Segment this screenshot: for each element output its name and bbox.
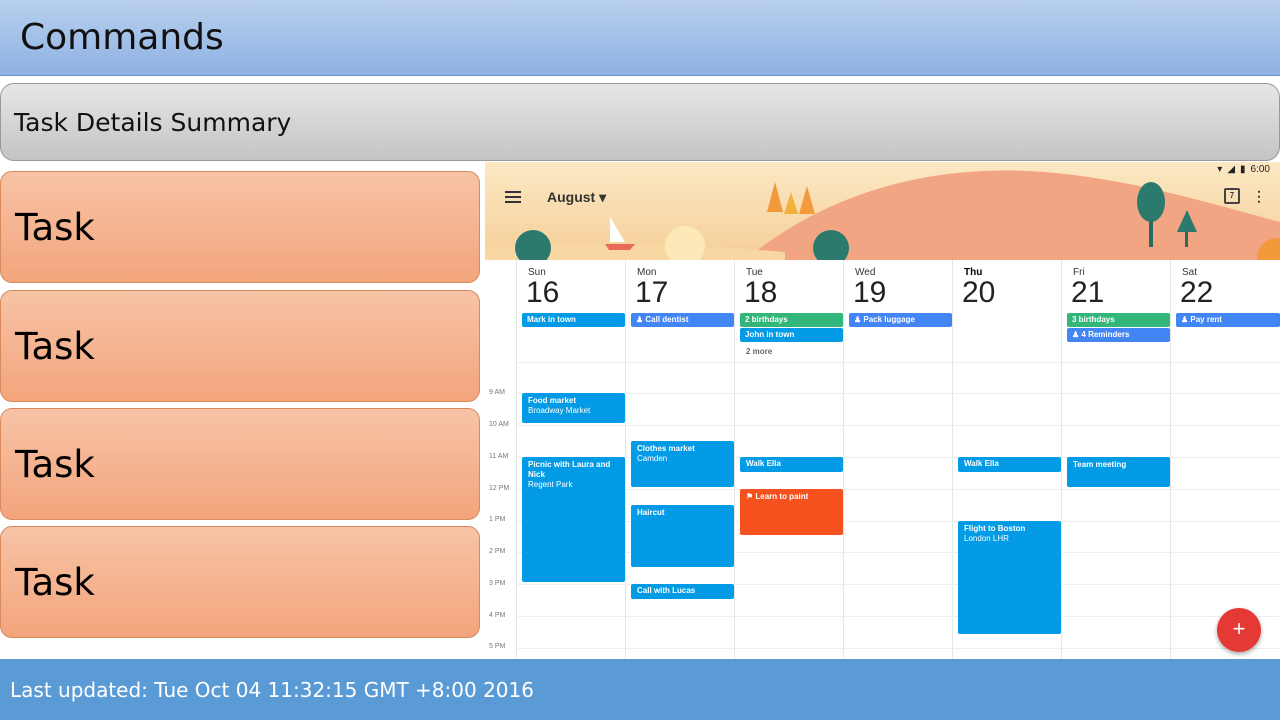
event-title: Walk Ella — [964, 459, 999, 468]
day-number: 20 — [962, 276, 996, 309]
all-day-event-chip[interactable]: 3 birthdays — [1067, 313, 1170, 327]
task-label: Task — [15, 324, 95, 368]
event-location: London LHR — [964, 534, 1009, 543]
event-title: Haircut — [637, 508, 665, 517]
last-updated-text: Last updated: Tue Oct 04 11:32:15 GMT +8… — [10, 677, 534, 702]
all-day-event-chip[interactable]: Mark in town — [522, 313, 625, 327]
signal-icon: ◢ — [1227, 164, 1236, 175]
grid-line — [516, 393, 1280, 394]
calendar-view: ▾ ◢ ▮ 6:00 August ▾ 7 ⋮ Sun 16 Mon 17 Tu… — [485, 162, 1280, 659]
grid-line — [516, 648, 1280, 649]
event-walk-ella-thu[interactable]: Walk Ella — [958, 457, 1061, 472]
grid-line — [952, 260, 953, 659]
event-title: Call with Lucas — [637, 586, 696, 595]
month-selector[interactable]: August ▾ — [547, 189, 606, 206]
event-title: Walk Ella — [746, 459, 781, 468]
commands-title: Commands — [20, 17, 224, 58]
grid-line — [516, 489, 1280, 490]
time-label: 3 PM — [489, 580, 506, 587]
event-picnic[interactable]: Picnic with Laura and Nick Regent Park — [522, 457, 625, 582]
task-card-2[interactable]: Task — [0, 290, 480, 402]
time-label: 9 AM — [489, 389, 505, 396]
event-location: Camden — [637, 454, 668, 463]
grid-line — [1061, 260, 1062, 659]
grid-line — [843, 260, 844, 659]
all-day-event-chip[interactable]: John in town — [740, 328, 843, 342]
status-time: 6:00 — [1250, 164, 1270, 175]
event-walk-ella-tue[interactable]: Walk Ella — [740, 457, 843, 472]
grid-line — [516, 425, 1280, 426]
time-label: 4 PM — [489, 612, 506, 619]
event-learn-to-paint[interactable]: ⚑ Learn to paint — [740, 489, 843, 535]
time-label: 2 PM — [489, 548, 506, 555]
event-location: Broadway Market — [528, 406, 591, 415]
chevron-down-icon: ▾ — [599, 189, 607, 205]
event-flight-to-boston[interactable]: Flight to Boston London LHR — [958, 521, 1061, 634]
event-title: Team meeting — [1073, 460, 1127, 469]
day-number: 21 — [1071, 276, 1105, 309]
time-label: 1 PM — [489, 516, 506, 523]
commands-header: Commands — [0, 0, 1280, 76]
wifi-icon: ▾ — [1217, 164, 1223, 175]
task-label: Task — [15, 205, 95, 249]
event-title: Picnic with Laura and Nick — [528, 460, 611, 479]
grid-line — [516, 260, 517, 659]
event-title: Clothes market — [637, 444, 695, 453]
event-clothes-market[interactable]: Clothes market Camden — [631, 441, 734, 487]
task-label: Task — [15, 560, 95, 604]
time-label: 12 PM — [489, 485, 510, 492]
all-day-event-chip[interactable]: 2 birthdays — [740, 313, 843, 327]
task-label: Task — [15, 442, 95, 486]
grid-line — [734, 260, 735, 659]
event-team-meeting[interactable]: Team meeting — [1067, 457, 1170, 487]
time-label: 5 PM — [489, 643, 506, 650]
hamburger-menu-icon[interactable] — [505, 191, 521, 203]
task-card-3[interactable]: Task — [0, 408, 480, 520]
month-label: August — [547, 189, 596, 205]
task-card-1[interactable]: Task — [0, 171, 480, 283]
event-title: ⚑ Learn to paint — [746, 492, 809, 501]
event-location: Regent Park — [528, 480, 573, 489]
all-day-event-chip[interactable]: ♟ 4 Reminders — [1067, 328, 1170, 342]
event-haircut[interactable]: Haircut — [631, 505, 734, 567]
calendar-banner: ▾ ◢ ▮ 6:00 August ▾ 7 ⋮ — [485, 162, 1280, 260]
footer-bar: Last updated: Tue Oct 04 11:32:15 GMT +8… — [0, 659, 1280, 720]
day-number: 19 — [853, 276, 887, 309]
task-details-summary[interactable]: Task Details Summary — [0, 83, 1280, 161]
more-events-link[interactable]: 2 more — [746, 347, 772, 356]
all-day-event-chip[interactable]: ♟ Pay rent — [1176, 313, 1280, 327]
time-label: 10 AM — [489, 421, 509, 428]
grid-line — [625, 260, 626, 659]
landscape-illustration-icon — [485, 170, 1280, 260]
summary-title: Task Details Summary — [14, 107, 292, 137]
all-day-event-chip[interactable]: ♟ Pack luggage — [849, 313, 952, 327]
event-call-lucas[interactable]: Call with Lucas — [631, 584, 734, 599]
all-day-event-chip[interactable]: ♟ Call dentist — [631, 313, 734, 327]
event-food-market[interactable]: Food market Broadway Market — [522, 393, 625, 423]
day-number: 18 — [744, 276, 778, 309]
grid-line — [516, 362, 1280, 363]
more-vert-icon[interactable]: ⋮ — [1252, 188, 1266, 205]
grid-line — [516, 616, 1280, 617]
event-title: Flight to Boston — [964, 524, 1026, 533]
grid-line — [1170, 260, 1171, 659]
day-number: 22 — [1180, 276, 1214, 309]
battery-icon: ▮ — [1240, 164, 1246, 175]
today-calendar-icon[interactable]: 7 — [1224, 188, 1240, 204]
time-label: 11 AM — [489, 453, 509, 460]
add-event-button[interactable]: + — [1217, 608, 1261, 652]
status-bar: ▾ ◢ ▮ 6:00 — [1217, 164, 1270, 175]
task-card-4[interactable]: Task — [0, 526, 480, 638]
day-number: 17 — [635, 276, 669, 309]
day-number: 16 — [526, 276, 560, 309]
event-title: Food market — [528, 396, 577, 405]
